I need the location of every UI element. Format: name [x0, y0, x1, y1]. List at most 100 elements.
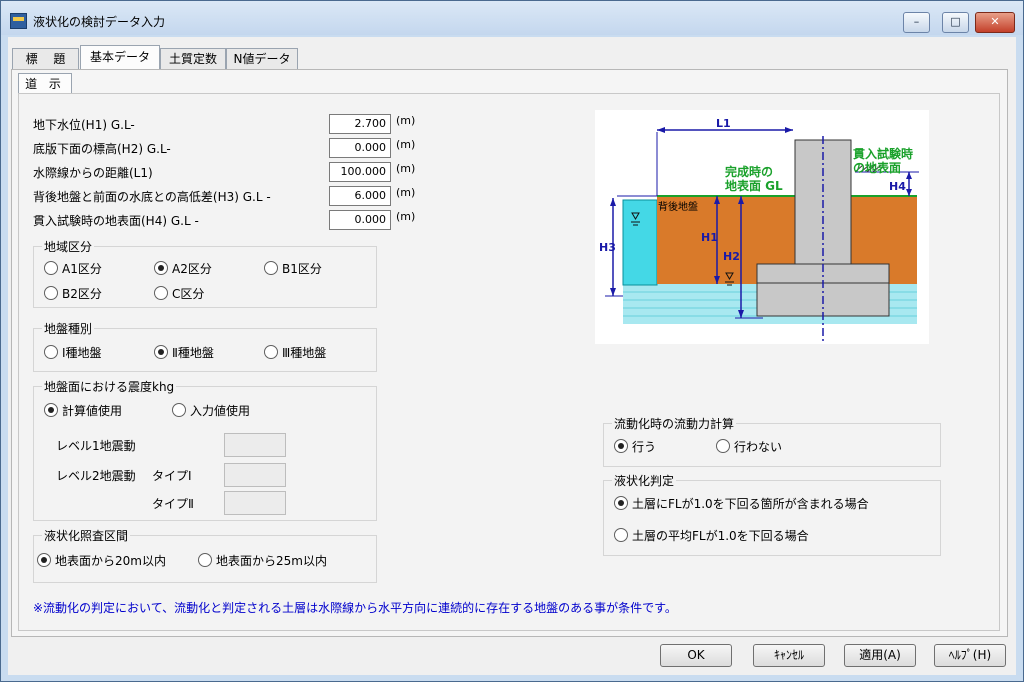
region-group-title: 地域区分	[42, 238, 95, 255]
tab-road-spec[interactable]: 道 示	[18, 73, 72, 95]
flow-do-label: 行う	[632, 440, 657, 454]
test-surface-label-2: の地表面	[853, 160, 901, 175]
range-group: 液状化照査区間 地表面から20m以内 地表面から25m以内	[33, 527, 377, 583]
form-panel: 地下水位(H1) G.L- 2.700 (m) 底版下面の標高(H2) G.L-…	[18, 93, 1000, 631]
range-20m-label: 地表面から20m以内	[55, 554, 166, 568]
ground-type-group: 地盤種別 Ⅰ種地盤 Ⅱ種地盤 Ⅲ種地盤	[33, 320, 377, 372]
condition-note: ※流動化の判定において、流動化と判定される土層は水際線から水平方向に連続的に存在…	[33, 601, 677, 615]
ground-type-3-label: Ⅲ種地盤	[282, 346, 327, 360]
radio-icon	[44, 345, 58, 359]
h2-diagram-label: H2	[723, 250, 740, 263]
dialog-client: 標 題 基本データ 土質定数 N値データ 道 示 地下水位(H1) G.L- 2…	[8, 37, 1016, 675]
level1-label: レベル1地震動	[56, 439, 136, 453]
radio-selected-icon	[614, 439, 628, 453]
dialog-window: 液状化の検討データ入力 – □ ✕ 標 題 基本データ 土質定数 N値データ 道…	[0, 0, 1024, 682]
region-group: 地域区分 A1区分 A2区分 B1区分 B2区分 C区分	[33, 238, 377, 308]
liquefaction-judgement-group: 液状化判定 土層にFLが1.0を下回る箇所が含まれる場合 土層の平均FLが1.0…	[603, 472, 941, 556]
h3-label: 背後地盤と前面の水底との高低差(H3) G.L -	[33, 190, 271, 204]
ground-type-2-label: Ⅱ種地盤	[172, 346, 214, 360]
radio-icon	[198, 553, 212, 567]
h1-diagram-label: H1	[701, 231, 718, 244]
completion-surface-label-1: 完成時の	[725, 164, 773, 179]
region-a2-label: A2区分	[172, 262, 212, 276]
h3-unit: (m)	[396, 186, 416, 199]
tab-soil-constants[interactable]: 土質定数	[160, 48, 226, 69]
range-group-title: 液状化照査区間	[42, 527, 131, 544]
ground-type-1-radio[interactable]: Ⅰ種地盤	[44, 344, 102, 361]
judgement-average-label: 土層の平均FLが1.0を下回る場合	[632, 529, 809, 543]
radio-selected-icon	[37, 553, 51, 567]
region-a2-radio[interactable]: A2区分	[154, 260, 212, 277]
maximize-button[interactable]: □	[942, 12, 969, 33]
h2-unit: (m)	[396, 138, 416, 151]
minimize-button[interactable]: –	[903, 12, 930, 33]
l1-unit: (m)	[396, 162, 416, 175]
region-b2-label: B2区分	[62, 287, 102, 301]
radio-selected-icon	[154, 345, 168, 359]
h2-input[interactable]: 0.000	[329, 138, 391, 158]
level2-label: レベル2地震動	[56, 469, 136, 483]
type2-label: タイプⅡ	[152, 497, 194, 511]
region-c-radio[interactable]: C区分	[154, 285, 204, 302]
flow-force-group: 流動化時の流動力計算 行う 行わない	[603, 415, 941, 467]
tab-basic-data[interactable]: 基本データ	[80, 45, 160, 70]
radio-icon	[264, 345, 278, 359]
region-b2-radio[interactable]: B2区分	[44, 285, 102, 302]
seismic-input-radio[interactable]: 入力値使用	[172, 402, 250, 419]
ground-type-2-radio[interactable]: Ⅱ種地盤	[154, 344, 214, 361]
h1-input[interactable]: 2.700	[329, 114, 391, 134]
ground-type-3-radio[interactable]: Ⅲ種地盤	[264, 344, 326, 361]
h4-input[interactable]: 0.000	[329, 210, 391, 230]
radio-icon	[44, 261, 58, 275]
l1-input[interactable]: 100.000	[329, 162, 391, 182]
range-25m-label: 地表面から25m以内	[216, 554, 327, 568]
completion-surface-label-2: 地表面 GL	[725, 178, 783, 193]
tab-title[interactable]: 標 題	[12, 48, 79, 69]
ok-button[interactable]: OK	[660, 644, 732, 667]
radio-icon	[614, 528, 628, 542]
seismic-calculated-label: 計算値使用	[62, 404, 123, 418]
radio-selected-icon	[44, 403, 58, 417]
h3-input[interactable]: 6.000	[329, 186, 391, 206]
close-button[interactable]: ✕	[975, 12, 1015, 33]
flow-dont-radio[interactable]: 行わない	[716, 438, 782, 455]
judgement-average-radio[interactable]: 土層の平均FLが1.0を下回る場合	[614, 527, 809, 544]
seismic-calculated-radio[interactable]: 計算値使用	[44, 402, 122, 419]
flow-force-title: 流動化時の流動力計算	[612, 415, 737, 432]
h4-label: 貫入試験時の地表面(H4) G.L -	[33, 214, 199, 228]
judgement-any-layer-radio[interactable]: 土層にFLが1.0を下回る箇所が含まれる場合	[614, 495, 869, 512]
seismic-group: 地盤面における震度khg 計算値使用 入力値使用 レベル1地震動 レベル2地震動…	[33, 378, 377, 521]
h2-label: 底版下面の標高(H2) G.L-	[33, 142, 171, 156]
h3-diagram-label: H3	[599, 241, 616, 254]
l1-label: 水際線からの距離(L1)	[33, 166, 153, 180]
seismic-input-label: 入力値使用	[190, 404, 251, 418]
apply-button[interactable]: 適用(A)	[844, 644, 916, 667]
region-a1-label: A1区分	[62, 262, 102, 276]
range-25m-radio[interactable]: 地表面から25m以内	[198, 552, 327, 569]
window-title: 液状化の検討データ入力	[33, 15, 166, 29]
ground-type-1-label: Ⅰ種地盤	[62, 346, 102, 360]
region-b1-label: B1区分	[282, 262, 322, 276]
radio-selected-icon	[154, 261, 168, 275]
liquefaction-diagram: L1 H3 H1 H2 H4 背後地盤 完成時の 地表面 GL 貫入試験時 の地…	[595, 110, 929, 344]
range-20m-radio[interactable]: 地表面から20m以内	[37, 552, 166, 569]
h1-unit: (m)	[396, 114, 416, 127]
radio-icon	[716, 439, 730, 453]
cancel-button[interactable]: ｷｬﾝｾﾙ	[753, 644, 825, 667]
test-surface-label-1: 貫入試験時	[853, 146, 913, 161]
liquefaction-judgement-title: 液状化判定	[612, 472, 677, 489]
tab-n-value-data[interactable]: N値データ	[226, 48, 298, 69]
front-water	[622, 199, 658, 286]
region-c-label: C区分	[172, 287, 205, 301]
ground-type-title: 地盤種別	[42, 320, 95, 337]
judgement-any-layer-label: 土層にFLが1.0を下回る箇所が含まれる場合	[632, 497, 869, 511]
region-a1-radio[interactable]: A1区分	[44, 260, 102, 277]
level2-type1-input	[224, 463, 286, 487]
region-b1-radio[interactable]: B1区分	[264, 260, 322, 277]
radio-icon	[154, 286, 168, 300]
flow-do-radio[interactable]: 行う	[614, 438, 656, 455]
help-button[interactable]: ﾍﾙﾌﾟ(H)	[934, 644, 1006, 667]
title-bar[interactable]: 液状化の検討データ入力 – □ ✕	[1, 1, 1023, 35]
h4-unit: (m)	[396, 210, 416, 223]
radio-selected-icon	[614, 496, 628, 510]
